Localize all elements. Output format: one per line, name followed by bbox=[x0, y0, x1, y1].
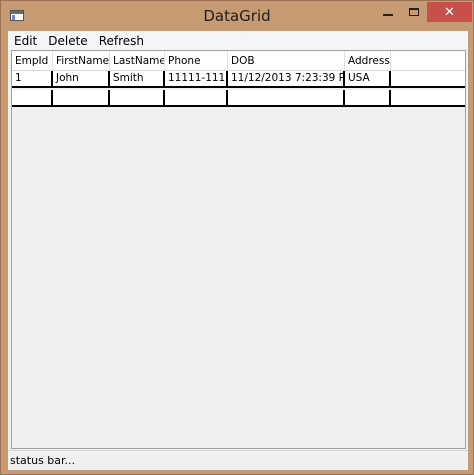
cell-phone[interactable] bbox=[165, 90, 228, 105]
menu-edit[interactable]: Edit bbox=[10, 34, 41, 48]
close-button[interactable]: ✕ bbox=[427, 2, 472, 22]
cell-dob[interactable]: 11/12/2013 7:23:39 PM bbox=[228, 71, 345, 86]
menu-delete[interactable]: Delete bbox=[44, 34, 91, 48]
cell-firstname[interactable] bbox=[53, 90, 110, 105]
menu-bar: Edit Delete Refresh bbox=[8, 31, 468, 50]
client-area: Edit Delete Refresh EmpId FirstName Last… bbox=[8, 31, 468, 470]
cell-address[interactable]: USA bbox=[345, 71, 391, 86]
cell-address[interactable] bbox=[345, 90, 391, 105]
menu-refresh[interactable]: Refresh bbox=[95, 34, 148, 48]
status-bar: status bar... bbox=[8, 450, 468, 470]
minimize-icon bbox=[383, 14, 393, 16]
cell-lastname[interactable] bbox=[110, 90, 165, 105]
cell-empid[interactable]: 1 bbox=[12, 71, 53, 86]
cell-lastname[interactable]: Smith bbox=[110, 71, 165, 86]
app-window: DataGrid ✕ Edit Delete Refresh EmpId Fir… bbox=[0, 0, 474, 475]
cell-firstname[interactable]: John bbox=[53, 71, 110, 86]
cell-phone[interactable]: 11111-1111 bbox=[165, 71, 228, 86]
close-icon: ✕ bbox=[444, 4, 455, 20]
cell-empid[interactable] bbox=[12, 90, 53, 105]
cell-dob[interactable] bbox=[228, 90, 345, 105]
column-header-lastname[interactable]: LastName bbox=[110, 51, 165, 71]
cell-filler bbox=[391, 71, 465, 86]
column-header-filler bbox=[391, 51, 465, 71]
column-header-empid[interactable]: EmpId bbox=[12, 51, 53, 71]
title-bar[interactable]: DataGrid ✕ bbox=[1, 1, 473, 31]
column-header-firstname[interactable]: FirstName bbox=[53, 51, 110, 71]
table-row-new[interactable] bbox=[12, 90, 465, 107]
grid-header: EmpId FirstName LastName Phone DOB Addre… bbox=[12, 51, 465, 71]
maximize-button[interactable] bbox=[401, 2, 427, 22]
column-header-dob[interactable]: DOB bbox=[228, 51, 345, 71]
data-grid[interactable]: EmpId FirstName LastName Phone DOB Addre… bbox=[11, 50, 466, 449]
column-header-address[interactable]: Address bbox=[345, 51, 391, 71]
minimize-button[interactable] bbox=[375, 2, 401, 22]
cell-filler bbox=[391, 90, 465, 105]
maximize-icon bbox=[409, 8, 419, 16]
table-row[interactable]: 1 John Smith 11111-1111 11/12/2013 7:23:… bbox=[12, 71, 465, 88]
column-header-phone[interactable]: Phone bbox=[165, 51, 228, 71]
